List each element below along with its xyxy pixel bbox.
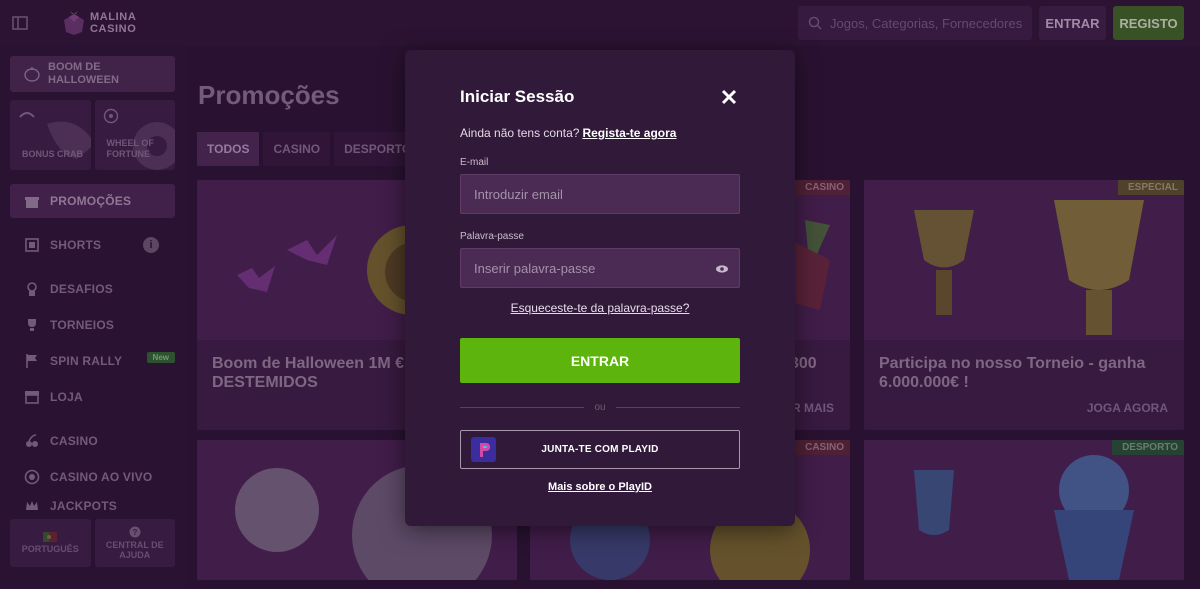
login-modal: Iniciar Sessão Ainda não tens conta? Regi…	[405, 50, 795, 526]
modal-title: Iniciar Sessão	[460, 87, 575, 106]
playid-button[interactable]: JUNTA-TE COM PLAYID	[460, 430, 740, 469]
password-field[interactable]	[460, 248, 740, 288]
register-link[interactable]: Regista-te agora	[582, 126, 676, 140]
playid-icon	[471, 437, 496, 462]
email-field[interactable]	[460, 174, 740, 214]
email-input[interactable]	[474, 186, 704, 202]
forgot-password-link[interactable]: Esqueceste-te da palavra-passe?	[405, 301, 795, 315]
password-label: Palavra-passe	[460, 231, 524, 242]
close-button[interactable]	[717, 85, 741, 109]
signup-prompt: Ainda não tens conta? Regista-te agora	[460, 126, 676, 140]
password-input[interactable]	[474, 260, 704, 276]
or-divider: ou	[460, 400, 740, 414]
playid-more-link[interactable]: Mais sobre o PlayID	[405, 481, 795, 493]
email-label: E-mail	[460, 157, 489, 168]
playid-button-label: JUNTA-TE COM PLAYID	[541, 444, 659, 455]
divider-text: ou	[594, 401, 606, 413]
close-icon	[721, 89, 737, 105]
login-button[interactable]: ENTRAR	[460, 338, 740, 383]
no-account-text: Ainda não tens conta?	[460, 126, 580, 140]
show-password-icon[interactable]	[715, 262, 729, 276]
